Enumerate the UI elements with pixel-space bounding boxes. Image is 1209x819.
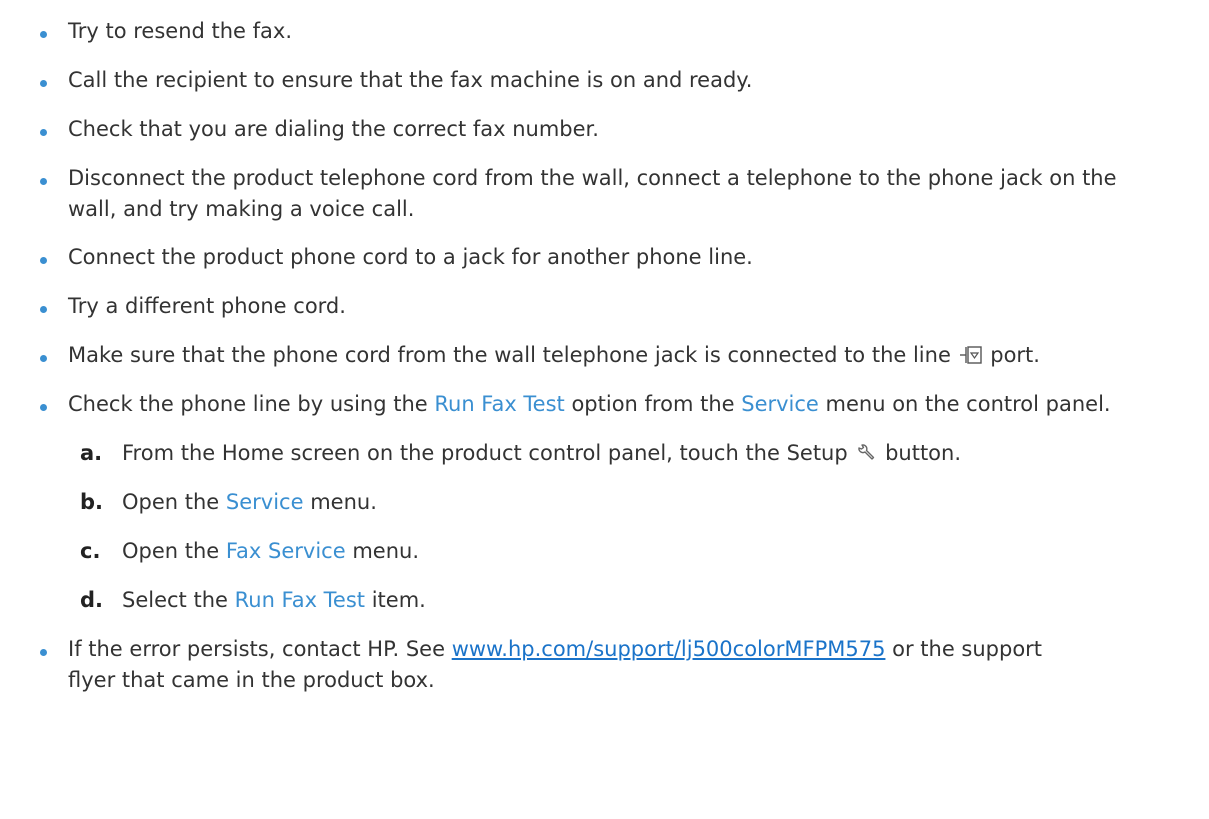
bullet-dot	[40, 355, 47, 362]
step-text: Open the Service menu.	[122, 487, 1189, 518]
list-item-text: If the error persists, contact HP. See	[68, 637, 452, 661]
list-item-text: Check that you are dialing the correct f…	[68, 117, 599, 141]
list-item: Check the phone line by using the Run Fa…	[68, 389, 1189, 420]
list-item-text-line2: flyer that came in the product box.	[68, 668, 435, 692]
step-text-part: menu.	[345, 539, 420, 563]
list-item: Disconnect the product telephone cord fr…	[68, 163, 1189, 225]
list-item: Try a different phone cord.	[68, 291, 1189, 322]
list-item-text: Try a different phone cord.	[68, 294, 346, 318]
list-item-text-line1: Disconnect the product telephone cord fr…	[68, 166, 1117, 190]
bullet-dot	[40, 257, 47, 264]
step-text-part: Select the	[122, 588, 235, 612]
list-item: If the error persists, contact HP. See w…	[68, 634, 1189, 696]
list-item-text: port.	[990, 343, 1040, 367]
list-item-text: Try to resend the fax.	[68, 19, 293, 43]
menu-ref-service: Service	[225, 490, 304, 514]
step-text: Select the Run Fax Test item.	[122, 585, 1189, 616]
bullet-dot	[40, 178, 47, 185]
list-item: Make sure that the phone cord from the w…	[68, 340, 1189, 374]
list-item: Try to resend the fax.	[68, 16, 1189, 47]
document-page: Try to resend the fax. Call the recipien…	[0, 0, 1209, 819]
step-text-part: menu.	[303, 490, 377, 514]
step-text: Open the Fax Service menu.	[122, 536, 1189, 567]
step-text-part: button.	[885, 441, 962, 465]
list-item: Call the recipient to ensure that the fa…	[68, 65, 1189, 96]
bullet-dot	[40, 80, 47, 87]
step-text-part: Open the	[122, 490, 226, 514]
menu-ref-fax-service: Fax Service	[225, 539, 346, 563]
step-text: From the Home screen on the product cont…	[122, 438, 1189, 472]
menu-ref-service: Service	[741, 392, 819, 416]
bullet-dot	[40, 129, 47, 136]
bullet-dot	[40, 404, 47, 411]
list-item-text: Check the phone line by using the	[68, 392, 435, 416]
list-item-text: Connect the product phone cord to a jack…	[68, 245, 753, 269]
list-item-text: Make sure that the phone cord from the w…	[68, 343, 951, 367]
wrench-icon	[856, 441, 876, 472]
list-item-text-line1: If the error persists, contact HP. See w…	[68, 634, 1189, 665]
step-letter: d.	[80, 588, 104, 612]
list-item-text: Call the recipient to ensure that the fa…	[68, 68, 753, 92]
step-text-part: Open the	[122, 539, 226, 563]
bullet-dot	[40, 31, 47, 38]
list-item: Check that you are dialing the correct f…	[68, 114, 1189, 145]
step-text-part: From the Home screen on the product cont…	[122, 441, 848, 465]
list-item: Connect the product phone cord to a jack…	[68, 242, 1189, 273]
step-letter: b.	[80, 490, 104, 514]
line-port-icon	[959, 343, 982, 374]
list-item-text: menu on the control panel.	[818, 392, 1111, 416]
bullet-dot	[40, 306, 47, 313]
bullet-dot	[40, 649, 47, 656]
list-item-text: option from the	[564, 392, 742, 416]
step-letter: a.	[80, 441, 103, 465]
menu-ref-run-fax-test: Run Fax Test	[234, 588, 366, 612]
list-item-text-line2: wall, and try making a voice call.	[68, 197, 415, 221]
list-item-text: or the support	[885, 637, 1043, 661]
menu-ref-run-fax-test: Run Fax Test	[434, 392, 565, 416]
step-text-part: item.	[365, 588, 426, 612]
support-link[interactable]: www.hp.com/support/lj500colorMFPM575	[452, 637, 886, 661]
step-letter: c.	[80, 539, 101, 563]
